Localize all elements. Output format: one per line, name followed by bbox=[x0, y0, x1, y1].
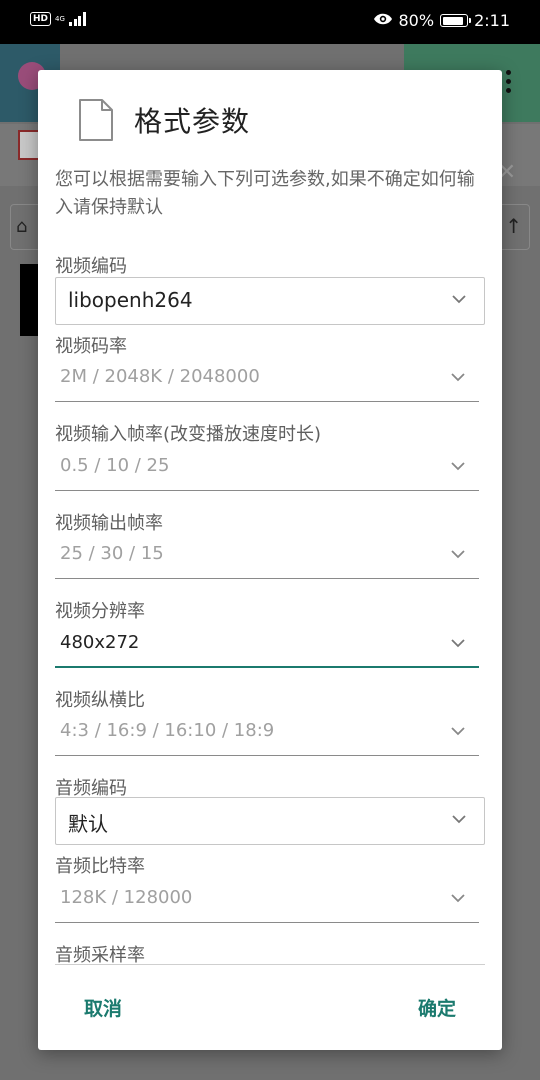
battery-icon bbox=[440, 14, 472, 27]
ok-button[interactable]: 确定 bbox=[418, 994, 456, 1021]
video-bitrate-label: 视频码率 bbox=[55, 336, 127, 357]
audio-samplerate-label: 音频采样率 bbox=[55, 945, 145, 964]
video-codec-select[interactable]: libopenh264 bbox=[55, 277, 485, 325]
chevron-down-icon[interactable] bbox=[451, 634, 465, 654]
chevron-down-icon bbox=[452, 290, 466, 310]
video-aspect-label: 视频纵横比 bbox=[55, 690, 145, 711]
video-input-fps-placeholder: 0.5 / 10 / 25 bbox=[60, 455, 170, 476]
form-scroll-divider bbox=[55, 964, 485, 965]
dialog-description: 您可以根据需要输入下列可选参数,如果不确定如何输入请保持默认 bbox=[55, 169, 475, 218]
background-home-icon: ⌂ bbox=[16, 216, 28, 237]
battery-fill bbox=[442, 16, 464, 25]
video-input-fps-input[interactable]: 0.5 / 10 / 25 bbox=[55, 445, 479, 491]
background-up-icon: ↑ bbox=[505, 214, 522, 238]
network-type-label: 4G bbox=[55, 15, 65, 23]
file-icon bbox=[78, 99, 114, 141]
eye-icon bbox=[373, 11, 393, 30]
video-output-fps-label: 视频输出帧率 bbox=[55, 513, 163, 534]
params-form[interactable]: 视频编码 libopenh264 视频码率 2M / 2048K / 20480… bbox=[55, 250, 485, 964]
audio-codec-value: 默认 bbox=[68, 812, 108, 836]
status-right: 80% 2:11 bbox=[373, 11, 510, 30]
audio-codec-select[interactable]: 默认 bbox=[55, 797, 485, 845]
chevron-down-icon[interactable] bbox=[451, 457, 465, 477]
audio-bitrate-input[interactable]: 128K / 128000 bbox=[55, 877, 479, 923]
chevron-down-icon[interactable] bbox=[451, 722, 465, 742]
video-output-fps-input[interactable]: 25 / 30 / 15 bbox=[55, 533, 479, 579]
audio-bitrate-label: 音频比特率 bbox=[55, 856, 145, 877]
video-resolution-input[interactable]: 480x272 bbox=[55, 622, 479, 668]
clock: 2:11 bbox=[474, 11, 510, 30]
status-bar: HD 4G 80% 2:11 bbox=[0, 0, 540, 44]
chevron-down-icon[interactable] bbox=[451, 368, 465, 388]
video-input-fps-label: 视频输入帧率(改变播放速度时长) bbox=[55, 424, 322, 445]
video-resolution-value: 480x272 bbox=[60, 632, 140, 653]
battery-percent: 80% bbox=[398, 11, 435, 30]
video-bitrate-input[interactable]: 2M / 2048K / 2048000 bbox=[55, 356, 479, 402]
dialog-footer: 取消 确定 bbox=[38, 980, 502, 1040]
video-bitrate-placeholder: 2M / 2048K / 2048000 bbox=[60, 366, 260, 387]
video-output-fps-placeholder: 25 / 30 / 15 bbox=[60, 543, 164, 564]
dialog-title: 格式参数 bbox=[134, 105, 251, 138]
audio-bitrate-placeholder: 128K / 128000 bbox=[60, 887, 193, 908]
background-file-icon bbox=[18, 130, 40, 160]
video-codec-label: 视频编码 bbox=[55, 256, 127, 277]
status-left: HD 4G bbox=[30, 12, 86, 26]
video-resolution-label: 视频分辨率 bbox=[55, 601, 145, 622]
dialog-header: 格式参数 bbox=[78, 99, 251, 141]
chevron-down-icon[interactable] bbox=[451, 545, 465, 565]
signal-icon bbox=[69, 12, 86, 26]
hd-icon: HD bbox=[30, 12, 52, 26]
video-aspect-placeholder: 4:3 / 16:9 / 16:10 / 18:9 bbox=[60, 720, 275, 741]
video-aspect-input[interactable]: 4:3 / 16:9 / 16:10 / 18:9 bbox=[55, 710, 479, 756]
background-thumbnail bbox=[20, 264, 40, 336]
chevron-down-icon[interactable] bbox=[451, 889, 465, 909]
video-codec-value: libopenh264 bbox=[68, 288, 193, 312]
overflow-menu-icon bbox=[506, 70, 512, 97]
format-params-dialog: 格式参数 您可以根据需要输入下列可选参数,如果不确定如何输入请保持默认 视频编码… bbox=[38, 70, 502, 1050]
chevron-down-icon bbox=[452, 810, 466, 830]
cancel-button[interactable]: 取消 bbox=[84, 994, 122, 1021]
